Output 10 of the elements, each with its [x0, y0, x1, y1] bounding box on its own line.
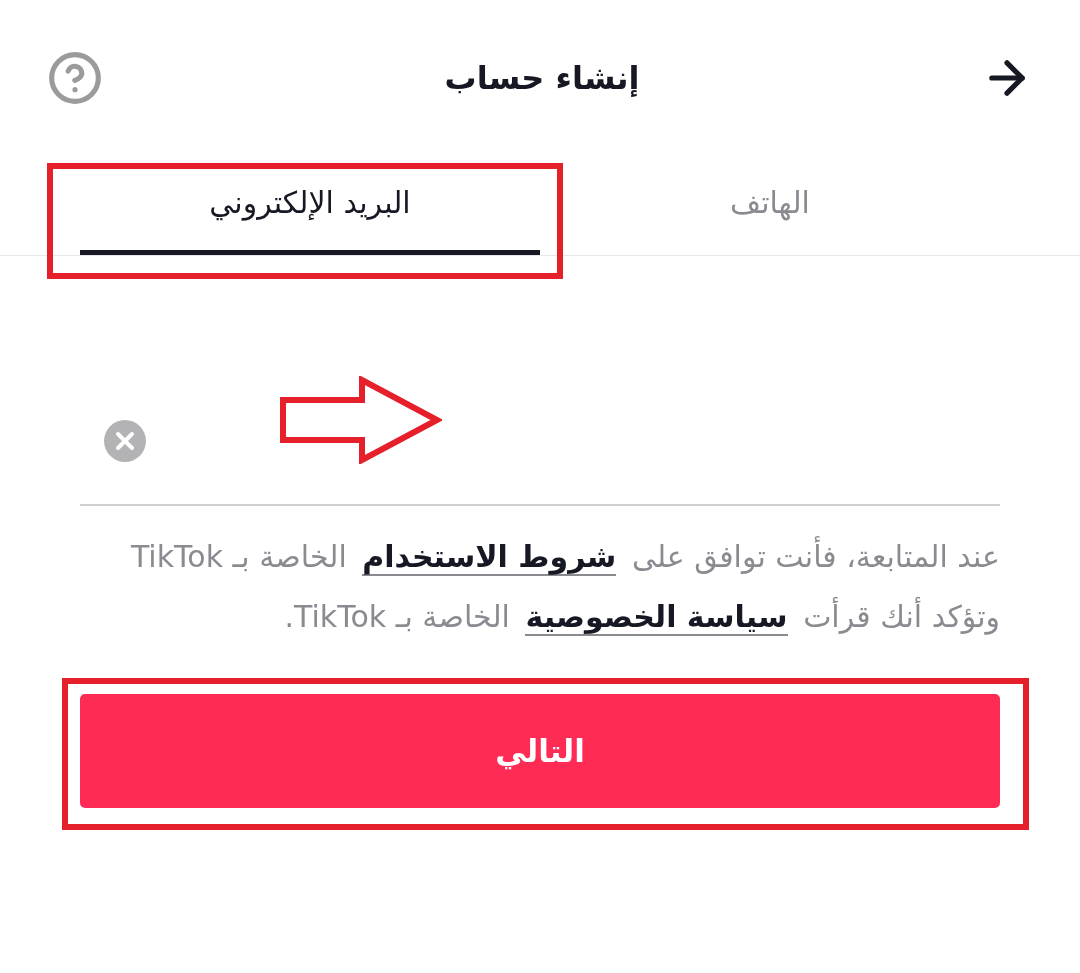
terms-link[interactable]: سياسة الخصوصية — [525, 599, 788, 636]
next-button[interactable]: التالي — [80, 694, 1000, 808]
help-button[interactable] — [47, 50, 103, 106]
terms-link[interactable]: شروط الاستخدام — [362, 539, 617, 576]
outline-arrow-icon — [280, 376, 442, 464]
help-icon — [47, 50, 103, 106]
terms-text: عند المتابعة، فأنت توافق على شروط الاستخدام الخاصة بـ TikTok وتؤكد أنك قرأت سياسة الخصوصية الخاصة بـ TikTok. — [80, 527, 1000, 647]
tab[interactable]: البريد الإلكتروني — [80, 163, 540, 255]
clear-button[interactable] — [104, 419, 146, 462]
clear-icon — [104, 419, 146, 462]
